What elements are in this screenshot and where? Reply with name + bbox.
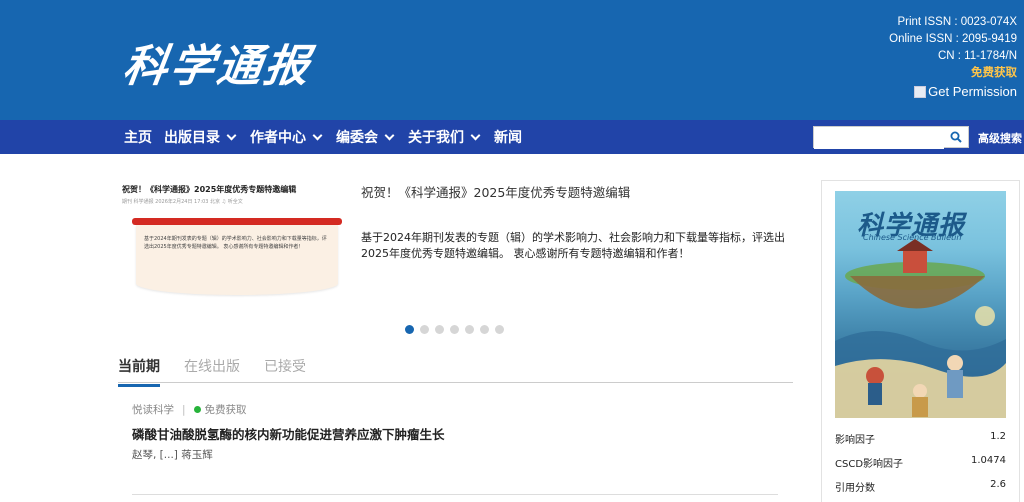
metric-row: 引用分数 2.6 <box>835 479 1006 502</box>
article-title-link[interactable]: 磷酸甘油酸脱氢酶的核内新功能促进营养应激下肿瘤生长 <box>132 424 445 443</box>
open-access-dot-icon <box>193 406 201 413</box>
free-access-link[interactable]: 免费获取 <box>889 65 1017 82</box>
print-issn: Print ISSN : 0023-074X <box>897 16 1017 28</box>
carousel-dot[interactable] <box>420 325 429 334</box>
carousel-title[interactable]: 祝贺！《科学通报》2025年度优秀专题特邀编辑 <box>361 182 630 201</box>
metric-value: 1.2 <box>990 431 1006 442</box>
carousel-dot[interactable] <box>495 325 504 334</box>
thumb-title: 祝贺！《科学通报》2025年度优秀专题特邀编辑 <box>122 185 297 194</box>
metric-row: CSCD影响因子 1.0474 <box>835 455 1006 479</box>
free-access-label: 免费获取 <box>204 404 247 416</box>
chevron-down-icon <box>226 130 237 140</box>
issn-info: Print ISSN : 0023-074X Online ISSN : 209… <box>889 14 1017 82</box>
online-issn: Online ISSN : 2095-9419 <box>889 33 1017 45</box>
cn-number: CN : 11-1784/N <box>937 50 1017 62</box>
journal-cover-image[interactable]: 科学通报 Chinese Science Bulletin <box>835 191 1006 418</box>
get-permission-image[interactable]: Get Permission <box>914 84 1017 99</box>
article-divider <box>132 494 778 495</box>
get-permission-alt: Get Permission <box>928 84 1017 99</box>
site-header: 科学通报 Print ISSN : 0023-074X Online ISSN … <box>0 0 1024 120</box>
metric-label: 影响因子 <box>835 435 875 446</box>
carousel-dot[interactable] <box>450 325 459 334</box>
thumb-body-text: 基于2024年期刊发表的专题（辑）的学术影响力、社会影响力和下载量等指标，评选出… <box>144 236 327 250</box>
article-meta: 悦读科学 | 免费获取 <box>132 402 247 417</box>
nav-news-label: 新闻 <box>494 130 522 146</box>
nav-about-label: 关于我们 <box>408 130 464 146</box>
chevron-down-icon <box>470 130 481 140</box>
journal-sidebar: 科学通报 Chinese Science Bulletin 影响因子 1.2 C… <box>821 180 1020 502</box>
metric-label: CSCD影响因子 <box>835 459 904 470</box>
thumb-meta: 期刊 科学通报 2026年2月24日 17:03 北京 ♫ 听全文 <box>122 199 243 205</box>
search-icon[interactable] <box>950 131 962 143</box>
carousel-dot[interactable] <box>405 325 414 334</box>
nav-issues-label: 出版目录 <box>164 130 220 146</box>
carousel-thumbnail[interactable]: 祝贺！《科学通报》2025年度优秀专题特邀编辑 期刊 科学通报 2026年2月2… <box>118 180 344 298</box>
carousel-dots <box>405 325 504 334</box>
main-nav: 主页 出版目录 作者中心 编委会 关于我们 新闻 高级搜索 <box>0 120 1024 154</box>
search-box <box>813 126 969 149</box>
cover-illustration <box>835 239 1006 418</box>
article-authors: 赵琴, [...] 蒋玉辉 <box>132 449 213 461</box>
chevron-down-icon <box>384 130 395 140</box>
meta-separator: | <box>182 403 186 416</box>
search-input[interactable] <box>814 129 944 149</box>
nav-news[interactable]: 新闻 <box>494 127 522 147</box>
nav-menu: 主页 出版目录 作者中心 编委会 关于我们 新闻 <box>124 120 522 154</box>
advanced-search-link[interactable]: 高级搜索 <box>978 130 1022 146</box>
metric-value: 1.0474 <box>971 455 1006 466</box>
broken-image-icon <box>914 85 927 98</box>
carousel-description: 基于2024年期刊发表的专题（辑）的学术影响力、社会影响力和下载量等指标，评选出… <box>361 231 785 260</box>
tabs-divider <box>118 382 793 383</box>
nav-editorial-board[interactable]: 编委会 <box>336 127 396 147</box>
metric-row: 影响因子 1.2 <box>835 431 1006 455</box>
carousel-dot[interactable] <box>435 325 444 334</box>
nav-authors-label: 作者中心 <box>250 130 306 146</box>
nav-home[interactable]: 主页 <box>124 127 152 147</box>
journal-logo[interactable]: 科学通报 <box>120 30 317 94</box>
carousel-dot[interactable] <box>480 325 489 334</box>
nav-issues[interactable]: 出版目录 <box>164 127 238 147</box>
nav-home-label: 主页 <box>124 130 152 146</box>
nav-editorial-board-label: 编委会 <box>336 130 378 146</box>
chevron-down-icon <box>312 130 323 140</box>
nav-about[interactable]: 关于我们 <box>408 127 482 147</box>
metric-label: 引用分数 <box>835 483 875 494</box>
nav-authors[interactable]: 作者中心 <box>250 127 324 147</box>
carousel-dot[interactable] <box>465 325 474 334</box>
metrics-list: 影响因子 1.2 CSCD影响因子 1.0474 引用分数 2.6 <box>835 431 1006 502</box>
thumb-banner-bar <box>132 218 342 225</box>
article-category[interactable]: 悦读科学 <box>132 402 174 417</box>
metric-value: 2.6 <box>990 479 1006 490</box>
free-access-badge: 免费获取 <box>193 402 247 417</box>
